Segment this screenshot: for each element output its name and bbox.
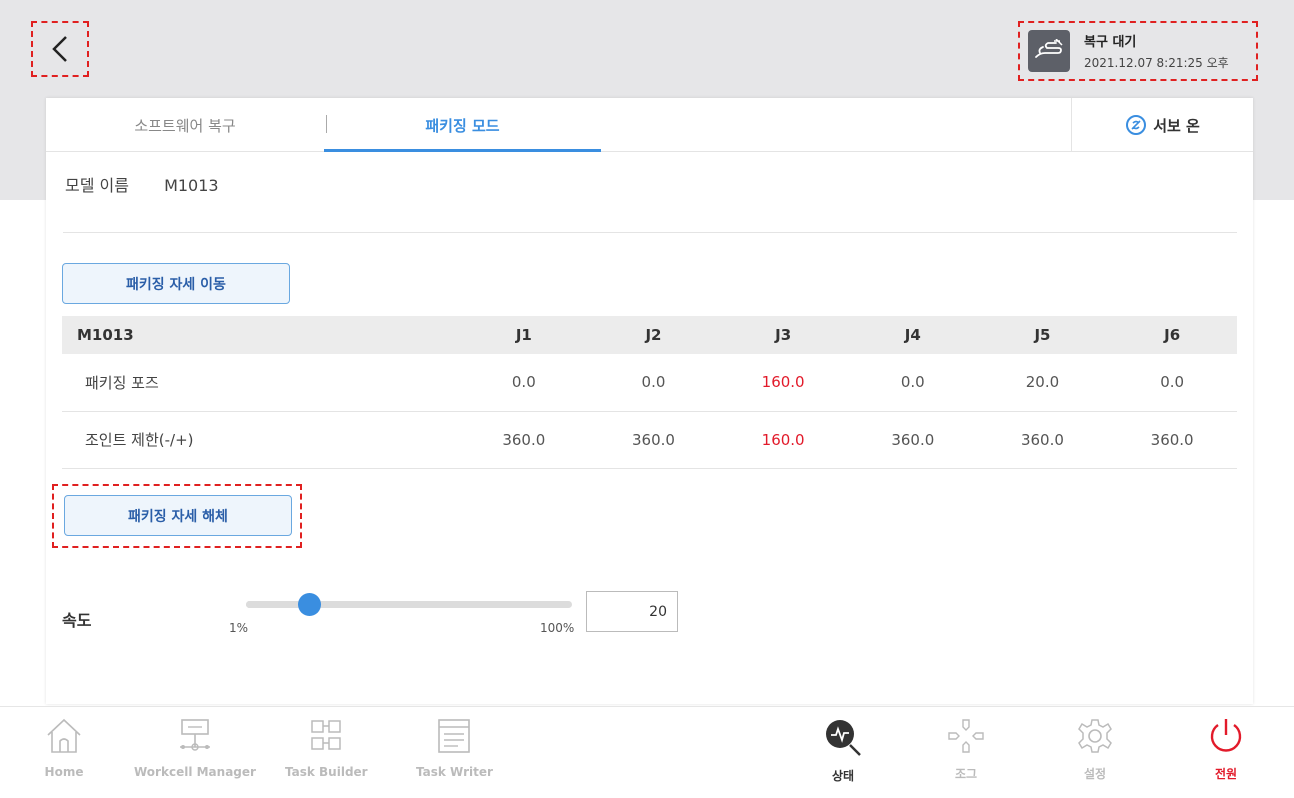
table-cell: 0.0 (847, 354, 978, 412)
table-cell: 160.0 (718, 354, 848, 412)
column-header: J4 (847, 316, 978, 354)
table-cell: 0.0 (588, 354, 719, 412)
nav-home[interactable]: Home (44, 717, 84, 779)
column-header: J3 (718, 316, 848, 354)
nav-task-writer-label: Task Writer (416, 765, 493, 779)
servo-on-button[interactable]: 서보 온 (1071, 98, 1253, 152)
table-cell: 360.0 (1107, 411, 1237, 469)
chevron-left-icon (52, 36, 67, 62)
nav-task-builder[interactable]: Task Builder (285, 717, 368, 779)
table-cell: 360.0 (459, 411, 589, 469)
model-name-row: 모델 이름 M1013 (65, 172, 219, 196)
nav-jog-label: 조그 (954, 767, 978, 781)
gear-icon (1078, 719, 1112, 753)
slider-max-label: 100% (540, 621, 575, 635)
column-header: J6 (1107, 316, 1237, 354)
power-icon (1210, 719, 1242, 752)
table-cell: 20.0 (977, 354, 1108, 412)
row-label: 패키징 포즈 (62, 354, 459, 412)
hand-guide-icon (1028, 30, 1070, 72)
nav-jog[interactable]: 조그 (946, 717, 986, 782)
nav-power-label: 전원 (1214, 767, 1238, 781)
table-cell: 0.0 (459, 354, 589, 412)
column-header: M1013 (62, 316, 459, 354)
tab-software-recovery[interactable]: 소프트웨어 복구 (46, 98, 324, 152)
nav-settings-label: 설정 (1083, 767, 1107, 781)
divider (63, 232, 1237, 233)
nav-status[interactable]: 상태 (823, 717, 863, 784)
table-row: 패키징 포즈 0.0 0.0 160.0 0.0 20.0 0.0 (62, 354, 1237, 412)
nav-settings[interactable]: 설정 (1075, 717, 1115, 782)
nav-home-label: Home (44, 765, 84, 779)
table-cell: 360.0 (847, 411, 978, 469)
back-button[interactable] (31, 21, 89, 77)
status-timestamp: 2021.12.07 8:21:25 오후 (1084, 56, 1229, 70)
row-label: 조인트 제한(-/+) (62, 411, 459, 469)
release-highlight: 패키징 자세 해체 (52, 484, 302, 548)
active-tab-indicator (324, 149, 601, 152)
slider-handle[interactable] (297, 593, 321, 616)
joint-table-header: M1013 J1 J2 J3 J4 J5 J6 (62, 316, 1237, 354)
model-name-value: M1013 (164, 176, 219, 195)
nav-status-label: 상태 (831, 769, 855, 783)
nav-power[interactable]: 전원 (1206, 717, 1246, 782)
workcell-icon (179, 719, 210, 751)
tab-packaging-mode[interactable]: 패키징 모드 (324, 98, 601, 152)
tab-bar: 소프트웨어 복구 패키징 모드 서보 온 (46, 98, 1253, 152)
nav-workcell-manager-label: Workcell Manager (134, 765, 256, 779)
column-header: J2 (588, 316, 719, 354)
jog-icon (948, 719, 984, 753)
move-to-packaging-pose-button[interactable]: 패키징 자세 이동 (62, 263, 290, 304)
servo-icon (1126, 115, 1147, 135)
servo-on-label: 서보 온 (1153, 116, 1200, 135)
status-title: 복구 대기 (1084, 35, 1137, 50)
table-row: 조인트 제한(-/+) 360.0 360.0 160.0 360.0 360.… (62, 411, 1237, 469)
column-header: J1 (459, 316, 589, 354)
nav-task-writer[interactable]: Task Writer (416, 717, 493, 779)
table-cell: 160.0 (718, 411, 848, 469)
nav-task-builder-label: Task Builder (285, 765, 368, 779)
speed-label: 속도 (62, 611, 92, 630)
status-icon (826, 720, 861, 756)
slider-min-label: 1% (229, 621, 249, 635)
bottom-navigation: Home Workcell Manager Task Builder Task … (0, 706, 1294, 798)
home-icon (47, 718, 81, 753)
table-cell: 360.0 (588, 411, 719, 469)
recovery-panel: 소프트웨어 복구 패키징 모드 서보 온 모델 이름 M1013 패키징 자세 … (46, 98, 1253, 704)
robot-status-indicator: 복구 대기 2021.12.07 8:21:25 오후 (1018, 21, 1258, 81)
task-writer-icon (438, 719, 471, 753)
table-cell: 0.0 (1107, 354, 1237, 412)
joint-table: M1013 J1 J2 J3 J4 J5 J6 패키징 포즈 0.0 0.0 1… (62, 316, 1237, 469)
nav-workcell-manager[interactable]: Workcell Manager (134, 717, 256, 779)
speed-slider[interactable] (246, 593, 572, 616)
column-header: J5 (977, 316, 1108, 354)
task-builder-icon (311, 720, 342, 750)
speed-input[interactable] (586, 591, 678, 632)
release-packaging-pose-button[interactable]: 패키징 자세 해체 (64, 495, 292, 536)
model-name-label: 모델 이름 (65, 176, 129, 195)
table-cell: 360.0 (977, 411, 1108, 469)
